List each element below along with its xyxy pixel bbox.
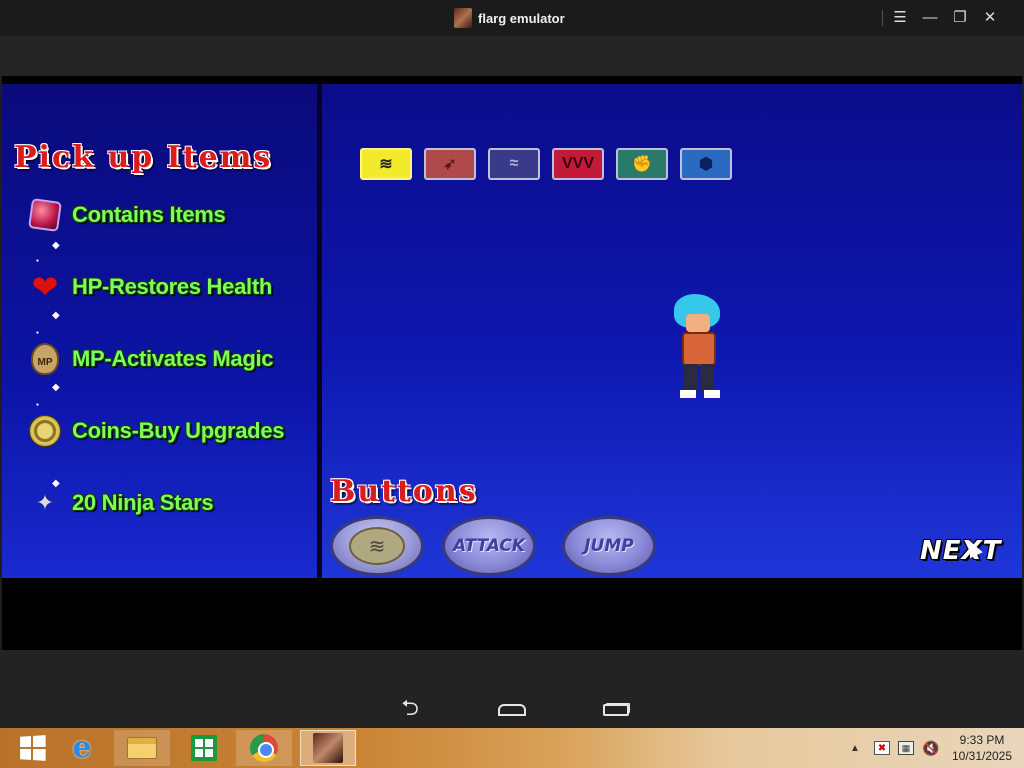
- shield-skill-icon[interactable]: ⬢: [680, 148, 732, 180]
- window-title: flarg emulator: [478, 10, 565, 26]
- flarg-app-icon: [313, 733, 343, 763]
- sparkle-icon: ◆: [52, 310, 60, 321]
- recent-apps-icon: [603, 704, 629, 716]
- file-explorer-button[interactable]: [114, 730, 170, 766]
- toolbar-strip: [0, 36, 1024, 76]
- chrome-button[interactable]: [236, 730, 292, 766]
- windows-logo-icon: [20, 735, 46, 761]
- item-row-contains: Contains Items: [26, 196, 226, 234]
- kunai-skill-icon[interactable]: ➶: [424, 148, 476, 180]
- action-center-flag-icon[interactable]: ✖: [874, 741, 890, 755]
- back-button[interactable]: ⮌: [390, 695, 430, 722]
- next-button[interactable]: NEXT: [920, 536, 1001, 566]
- mp-bag-icon: MP: [26, 340, 64, 378]
- item-box-icon: [26, 196, 64, 234]
- ninja-character: [672, 294, 732, 404]
- show-hidden-icons-button[interactable]: ▲: [850, 728, 860, 768]
- android-nav-bar: ⮌: [0, 650, 1024, 728]
- internet-explorer-icon: e: [72, 730, 92, 765]
- wind-skill-icon[interactable]: ≈: [488, 148, 540, 180]
- clock-time: 9:33 PM: [959, 733, 1005, 747]
- ninja-star-icon: ✦: [35, 490, 55, 515]
- item-label: HP-Restores Health: [72, 274, 272, 299]
- back-arrow-icon: ⮌: [401, 695, 419, 720]
- flarg-emulator-taskbar-button[interactable]: [300, 730, 356, 766]
- menu-icon[interactable]: ☰: [890, 8, 910, 28]
- item-label: Coins-Buy Upgrades: [72, 418, 285, 443]
- item-label: 20 Ninja Stars: [72, 490, 214, 515]
- attack-button[interactable]: ATTACK: [442, 516, 536, 576]
- app-title-group: flarg emulator: [454, 8, 565, 28]
- home-button[interactable]: [492, 698, 532, 722]
- tornado-icon: ≋: [349, 527, 405, 565]
- sparkle-icon: ◆: [52, 478, 60, 489]
- titlebar-separator: [882, 10, 883, 26]
- sparkle-icon: ●: [36, 258, 40, 264]
- close-button[interactable]: ✕: [980, 8, 1000, 28]
- sparkle-icon: ◆: [52, 382, 60, 393]
- item-label: Contains Items: [72, 202, 226, 227]
- title-bar: flarg emulator ☰ — ❐ ✕: [0, 0, 1024, 36]
- fist-skill-icon[interactable]: ✊: [616, 148, 668, 180]
- claw-skill-icon[interactable]: VVV: [552, 148, 604, 180]
- buttons-heading: Buttons: [330, 474, 478, 509]
- pickup-heading: Pick up Items: [14, 140, 273, 175]
- item-row-stars: ✦ 20 Ninja Stars: [26, 484, 214, 522]
- jump-button[interactable]: JUMP: [562, 516, 656, 576]
- coin-icon: [26, 412, 64, 450]
- internet-explorer-button[interactable]: e: [54, 730, 110, 766]
- item-row-mp: MP MP-Activates Magic: [26, 340, 274, 378]
- sparkle-icon: ◆: [52, 240, 60, 251]
- demo-panel: ≋ ➶ ≈ VVV ✊ ⬢ Buttons ≋ ATTACK JUMP NEXT: [322, 84, 1022, 578]
- folder-icon: [127, 737, 157, 759]
- sparkle-icon: ●: [36, 402, 40, 408]
- minimize-button[interactable]: —: [920, 8, 940, 28]
- heart-icon: ❤: [31, 269, 59, 305]
- clock-date: 10/31/2025: [951, 749, 1013, 763]
- home-icon: [498, 704, 526, 716]
- item-row-hp: ❤ HP-Restores Health: [26, 268, 273, 306]
- jump-label: JUMP: [584, 536, 634, 556]
- store-icon: [191, 735, 217, 761]
- start-button[interactable]: [4, 730, 60, 766]
- chrome-icon: [250, 734, 278, 762]
- items-panel: Pick up Items Contains Items ❤ HP-Restor…: [2, 84, 317, 578]
- item-row-coins: Coins-Buy Upgrades: [26, 412, 284, 450]
- sparkle-icon: ●: [36, 330, 40, 336]
- skill-bar: ≋ ➶ ≈ VVV ✊ ⬢: [360, 148, 732, 180]
- clock[interactable]: 9:33 PM 10/31/2025: [946, 732, 1018, 764]
- tornado-skill-icon[interactable]: ≋: [360, 148, 412, 180]
- attack-label: ATTACK: [452, 536, 526, 556]
- volume-muted-icon[interactable]: 🔇: [922, 728, 939, 768]
- restore-button[interactable]: ❐: [950, 8, 970, 28]
- store-button[interactable]: [176, 730, 232, 766]
- app-icon: [454, 8, 472, 28]
- recent-apps-button[interactable]: [596, 698, 636, 722]
- network-icon[interactable]: ▦: [898, 741, 914, 755]
- item-label: MP-Activates Magic: [72, 346, 274, 371]
- game-screen[interactable]: Pick up Items Contains Items ❤ HP-Restor…: [2, 76, 1022, 650]
- special-button[interactable]: ≋: [330, 516, 424, 576]
- windows-taskbar: e ▲ ✖ ▦ 🔇 9:33 PM 10/31/2025: [0, 728, 1024, 768]
